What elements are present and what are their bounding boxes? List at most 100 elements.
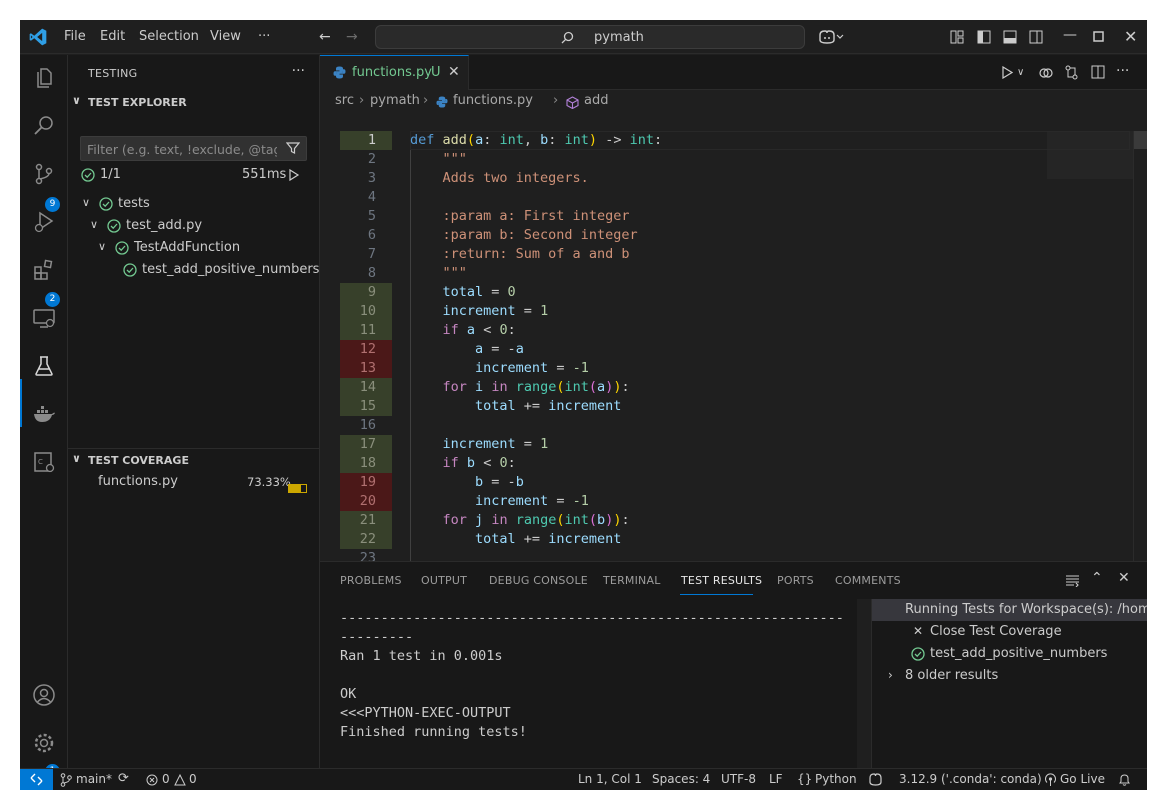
customize-layout-icon[interactable] (950, 30, 964, 44)
manage-gear-icon[interactable] (32, 731, 56, 755)
menu-edit[interactable]: Edit (100, 29, 125, 44)
code-line-21[interactable]: for j in range(int(b)): (410, 511, 630, 530)
terminal-scrollbar[interactable] (857, 599, 871, 769)
indentation[interactable]: Spaces: 4 (652, 772, 710, 786)
minimize-icon[interactable]: — (1063, 27, 1077, 43)
line-number[interactable]: 21 (340, 511, 392, 530)
line-number[interactable]: 10 (340, 302, 392, 321)
line-number[interactable]: 23 (340, 549, 392, 561)
search-view-icon[interactable] (32, 114, 56, 138)
end-of-line[interactable]: LF (769, 772, 783, 786)
line-number[interactable]: 15 (340, 397, 392, 416)
line-number[interactable]: 1 (340, 131, 392, 150)
coverage-file-row[interactable]: functions.py 73.33% (68, 471, 320, 493)
line-number[interactable]: 20 (340, 492, 392, 511)
result-older-results[interactable]: › 8 older results (872, 665, 1147, 687)
code-line-7[interactable]: :return: Sum of a and b (410, 245, 630, 264)
line-number[interactable]: 7 (340, 245, 392, 264)
testing-icon[interactable] (32, 354, 56, 378)
copilot-status-icon[interactable] (868, 773, 883, 787)
code-line-15[interactable]: total += increment (410, 397, 621, 416)
code-line-18[interactable]: if b < 0: (410, 454, 516, 473)
run-file-icon[interactable] (1001, 66, 1013, 79)
code-line-6[interactable]: :param b: Second integer (410, 226, 638, 245)
code-line-9[interactable]: total = 0 (410, 283, 516, 302)
line-number[interactable]: 9 (340, 283, 392, 302)
toggle-panel-icon[interactable] (1003, 30, 1017, 44)
language-mode[interactable]: Python (815, 772, 857, 786)
code-line-2[interactable]: """ (410, 150, 467, 169)
test-output-terminal[interactable]: ----------------------------------------… (340, 609, 855, 742)
code-line-8[interactable]: """ (410, 264, 467, 283)
tab-close-icon[interactable]: ✕ (448, 64, 460, 80)
editor-more-actions-icon[interactable]: ··· (1116, 63, 1129, 79)
remote-explorer-icon[interactable] (32, 306, 56, 330)
back-arrow-icon[interactable]: ← (319, 29, 331, 45)
panel-tab-problems[interactable]: PROBLEMS (340, 574, 402, 587)
line-number[interactable]: 2 (340, 150, 392, 169)
line-number[interactable]: 19 (340, 473, 392, 492)
line-number[interactable]: 13 (340, 359, 392, 378)
panel-tab-debug-console[interactable]: DEBUG CONSOLE (489, 574, 588, 587)
breadcrumb-src[interactable]: src (335, 93, 354, 108)
line-number[interactable]: 12 (340, 340, 392, 359)
source-control-icon[interactable] (32, 162, 56, 186)
line-number[interactable]: 14 (340, 378, 392, 397)
tree-item-tests[interactable]: ∨ tests (68, 193, 320, 215)
line-number[interactable]: 18 (340, 454, 392, 473)
view-as-tree-icon[interactable] (1065, 575, 1080, 587)
menu-selection[interactable]: Selection (139, 29, 199, 44)
cmake-tools-icon[interactable]: C (32, 450, 56, 474)
forward-arrow-icon[interactable]: → (346, 29, 358, 45)
line-number[interactable]: 8 (340, 264, 392, 283)
maximize-icon[interactable] (1093, 31, 1104, 42)
code-line-11[interactable]: if a < 0: (410, 321, 516, 340)
menu-more[interactable]: ··· (258, 29, 270, 44)
panel-tab-ports[interactable]: PORTS (777, 574, 814, 587)
code-line-22[interactable]: total += increment (410, 530, 621, 549)
code-line-20[interactable]: increment = -1 (410, 492, 589, 511)
rerun-tests-icon[interactable] (287, 168, 301, 182)
menu-file[interactable]: File (64, 29, 86, 44)
code-line-3[interactable]: Adds two integers. (410, 169, 589, 188)
split-editor-icon[interactable] (1091, 65, 1105, 79)
warning-count[interactable]: 0 (189, 772, 197, 786)
line-number[interactable]: 17 (340, 435, 392, 454)
toggle-primary-sidebar-icon[interactable] (977, 30, 991, 44)
code-line-14[interactable]: for i in range(int(a)): (410, 378, 630, 397)
code-line-5[interactable]: :param a: First integer (410, 207, 630, 226)
result-run-workspace[interactable]: Running Tests for Workspace(s): /hom... (872, 599, 1147, 621)
tree-item-test-file[interactable]: ∨ test_add.py (68, 215, 320, 237)
panel-tab-test-results[interactable]: TEST RESULTS (681, 574, 762, 587)
line-number[interactable]: 22 (340, 530, 392, 549)
tree-item-test-class[interactable]: ∨ TestAddFunction (68, 237, 320, 259)
sync-icon[interactable]: ⟳ (118, 771, 129, 786)
breadcrumb-pymath[interactable]: pymath (370, 93, 420, 108)
panel-tab-comments[interactable]: COMMENTS (835, 574, 901, 587)
code-line-12[interactable]: a = -a (410, 340, 524, 359)
command-center-search[interactable]: pymath (375, 25, 805, 49)
panel-tab-output[interactable]: OUTPUT (421, 574, 467, 587)
minimap[interactable] (1047, 131, 1133, 179)
docker-icon[interactable] (32, 402, 56, 426)
result-close-coverage[interactable]: ✕ Close Test Coverage (872, 621, 1147, 643)
remote-indicator[interactable] (20, 769, 53, 790)
code-line-10[interactable]: increment = 1 (410, 302, 549, 321)
run-dropdown-chevron-icon[interactable]: ∨ (1017, 67, 1024, 78)
notifications-bell-icon[interactable] (1118, 773, 1131, 787)
close-panel-icon[interactable]: ✕ (1118, 570, 1130, 586)
toggle-secondary-sidebar-icon[interactable] (1029, 30, 1043, 44)
close-window-icon[interactable]: ✕ (1124, 27, 1137, 46)
sidebar-more-actions-icon[interactable]: ··· (292, 63, 305, 79)
code-line-1[interactable]: def add(a: int, b: int) -> int: (410, 131, 662, 150)
line-number[interactable]: 4 (340, 188, 392, 207)
line-number[interactable]: 6 (340, 226, 392, 245)
git-branch[interactable]: main* (76, 772, 112, 786)
encoding[interactable]: UTF-8 (721, 772, 756, 786)
scrollbar-thumb[interactable] (1134, 131, 1147, 149)
breadcrumb-add[interactable]: add (584, 93, 608, 108)
result-test-case[interactable]: test_add_positive_numbers (872, 643, 1147, 665)
line-number[interactable]: 3 (340, 169, 392, 188)
test-filter-input[interactable] (87, 140, 277, 158)
test-filter-field[interactable] (80, 136, 307, 161)
